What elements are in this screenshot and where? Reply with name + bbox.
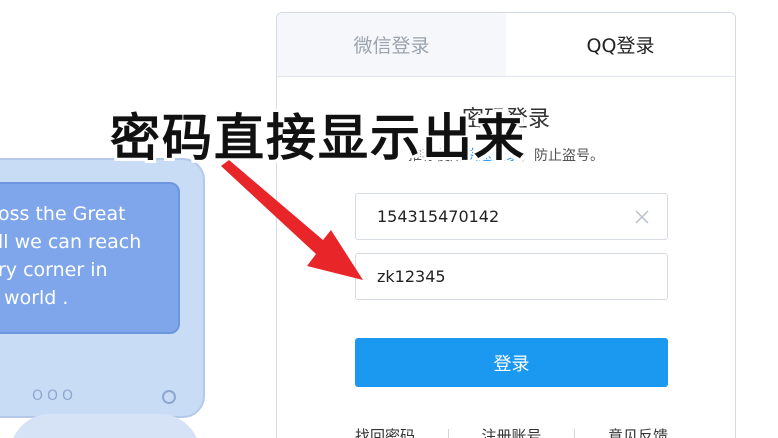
footer-divider: [447, 428, 449, 438]
monitor-screen: oss the Great ll we can reach ry corner …: [0, 182, 180, 334]
monitor-screen-text: oss the Great ll we can reach ry corner …: [0, 203, 142, 309]
account-field: [355, 193, 668, 240]
forgot-password-link[interactable]: 找回密码: [355, 425, 415, 438]
monitor-stand: [10, 414, 200, 438]
login-button[interactable]: 登录: [355, 338, 668, 387]
monitor-dots: OOO: [32, 388, 78, 404]
account-input[interactable]: [356, 194, 616, 239]
tab-qq-login[interactable]: QQ登录: [506, 13, 735, 76]
monitor-knob: [162, 390, 176, 404]
register-link[interactable]: 注册账号: [481, 425, 541, 438]
footer-divider: [574, 428, 576, 438]
footer-links: 找回密码 注册账号 意见反馈: [355, 425, 668, 438]
subtitle-suffix: ，防止盗号。: [520, 148, 604, 164]
close-icon[interactable]: [633, 208, 651, 226]
password-input[interactable]: [356, 254, 616, 299]
login-tabs: 微信登录 QQ登录: [277, 13, 735, 77]
screen: oss the Great ll we can reach ry corner …: [0, 0, 778, 438]
monitor-illustration: oss the Great ll we can reach ry corner …: [0, 158, 205, 418]
tab-wechat-login[interactable]: 微信登录: [277, 13, 506, 76]
feedback-link[interactable]: 意见反馈: [608, 425, 668, 438]
password-field: [355, 253, 668, 300]
arrow-icon: [221, 160, 363, 280]
